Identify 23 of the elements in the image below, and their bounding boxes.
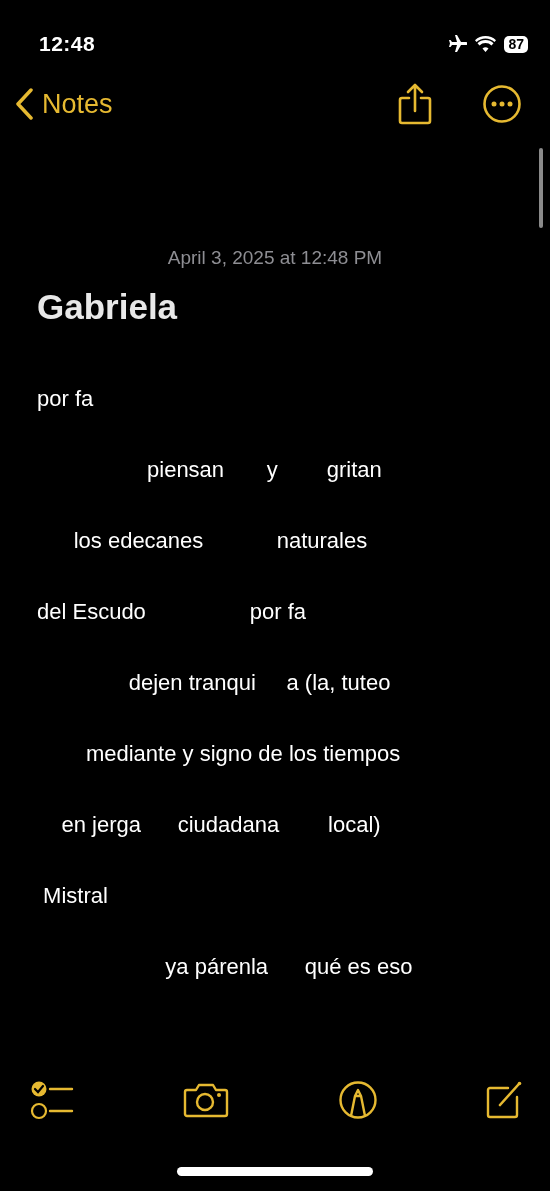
chevron-left-icon: [14, 88, 34, 120]
airplane-icon: [447, 35, 468, 53]
share-button[interactable]: [398, 83, 432, 125]
note-line: los edecanes naturales: [72, 527, 369, 554]
note-line: dejen tranqui a (la, tuteo: [127, 669, 392, 696]
more-button[interactable]: [482, 84, 522, 124]
status-time: 12:48: [39, 31, 96, 58]
note-line: ya párenla qué es eso: [164, 953, 414, 980]
note-line: del Escudo por fa: [36, 598, 308, 625]
note-line: por fa: [36, 385, 95, 412]
camera-button[interactable]: [183, 1082, 230, 1118]
markup-button[interactable]: [338, 1081, 377, 1119]
note-title: Gabriela: [36, 285, 179, 328]
compose-button[interactable]: [486, 1081, 522, 1119]
note-line: mediante y signo de los tiempos: [84, 740, 402, 767]
note-line: en jerga ciudadana local): [60, 811, 382, 838]
note-line: Mistral: [42, 882, 109, 909]
battery-indicator: 87: [504, 35, 528, 53]
back-button[interactable]: Notes: [14, 88, 113, 120]
wifi-icon: [475, 36, 497, 52]
note-line: piensan y gritan: [146, 456, 383, 483]
checklist-button[interactable]: [30, 1080, 74, 1120]
note-date: April 3, 2025 at 12:48 PM: [166, 246, 384, 270]
